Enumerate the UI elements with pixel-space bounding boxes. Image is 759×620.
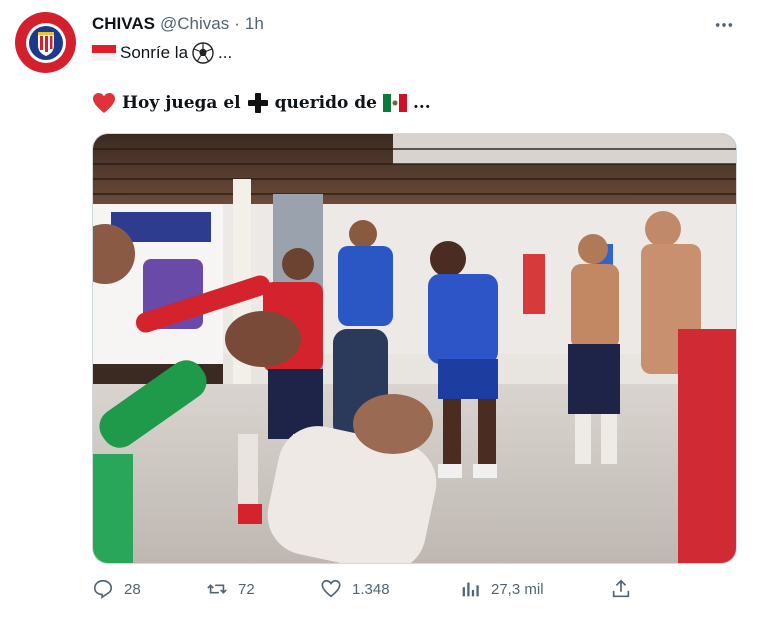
like-button[interactable]: 1.348 xyxy=(320,578,390,600)
more-options-button[interactable] xyxy=(713,14,735,36)
handle[interactable]: @Chivas xyxy=(160,14,229,34)
tweet-text-line-1: Sonríe la ... xyxy=(92,42,232,64)
reply-icon xyxy=(93,579,113,599)
view-count: 27,3 mil xyxy=(491,580,544,598)
tweet-photo[interactable] xyxy=(92,133,737,564)
views-button[interactable]: 27,3 mil xyxy=(459,578,544,600)
tweet-actions: 28 72 1.348 27,3 mil xyxy=(92,578,642,606)
retweet-icon xyxy=(207,584,227,594)
heart-icon xyxy=(321,579,341,598)
tweet-text-line-2: Hoy juega el querido de ... xyxy=(92,92,431,114)
tweet-card[interactable]: CHIVAS @Chivas · 1h Sonríe la ... Hoy ju… xyxy=(0,0,759,620)
reply-button[interactable]: 28 xyxy=(92,578,141,600)
line1-text: Sonríe la xyxy=(120,43,189,62)
more-options-icon xyxy=(715,23,733,27)
flag-icon xyxy=(92,45,116,61)
heavy-plus-icon xyxy=(247,93,268,113)
avatar[interactable] xyxy=(15,12,76,73)
retweet-button[interactable]: 72 xyxy=(206,578,255,600)
separator: · xyxy=(234,14,240,33)
like-count: 1.348 xyxy=(352,580,390,598)
line2-text: Hoy juega el xyxy=(122,93,241,113)
locker-room-photo xyxy=(93,134,736,563)
timestamp[interactable]: 1h xyxy=(245,14,264,34)
reply-count: 28 xyxy=(124,580,141,598)
red-heart-icon xyxy=(93,93,115,113)
soccer-ball-icon xyxy=(192,42,214,64)
share-button[interactable] xyxy=(610,578,632,600)
line1-suffix: ... xyxy=(218,43,233,62)
chivas-crest-icon xyxy=(25,22,66,63)
mexico-flag-icon xyxy=(382,94,407,112)
display-name[interactable]: CHIVAS xyxy=(92,14,155,34)
line2-mid: querido de xyxy=(274,93,377,113)
line2-suffix: ... xyxy=(412,93,431,113)
tweet-header: CHIVAS @Chivas · 1h xyxy=(92,14,264,34)
share-icon xyxy=(612,579,630,598)
retweet-count: 72 xyxy=(238,580,255,598)
views-chart-icon xyxy=(462,582,479,597)
